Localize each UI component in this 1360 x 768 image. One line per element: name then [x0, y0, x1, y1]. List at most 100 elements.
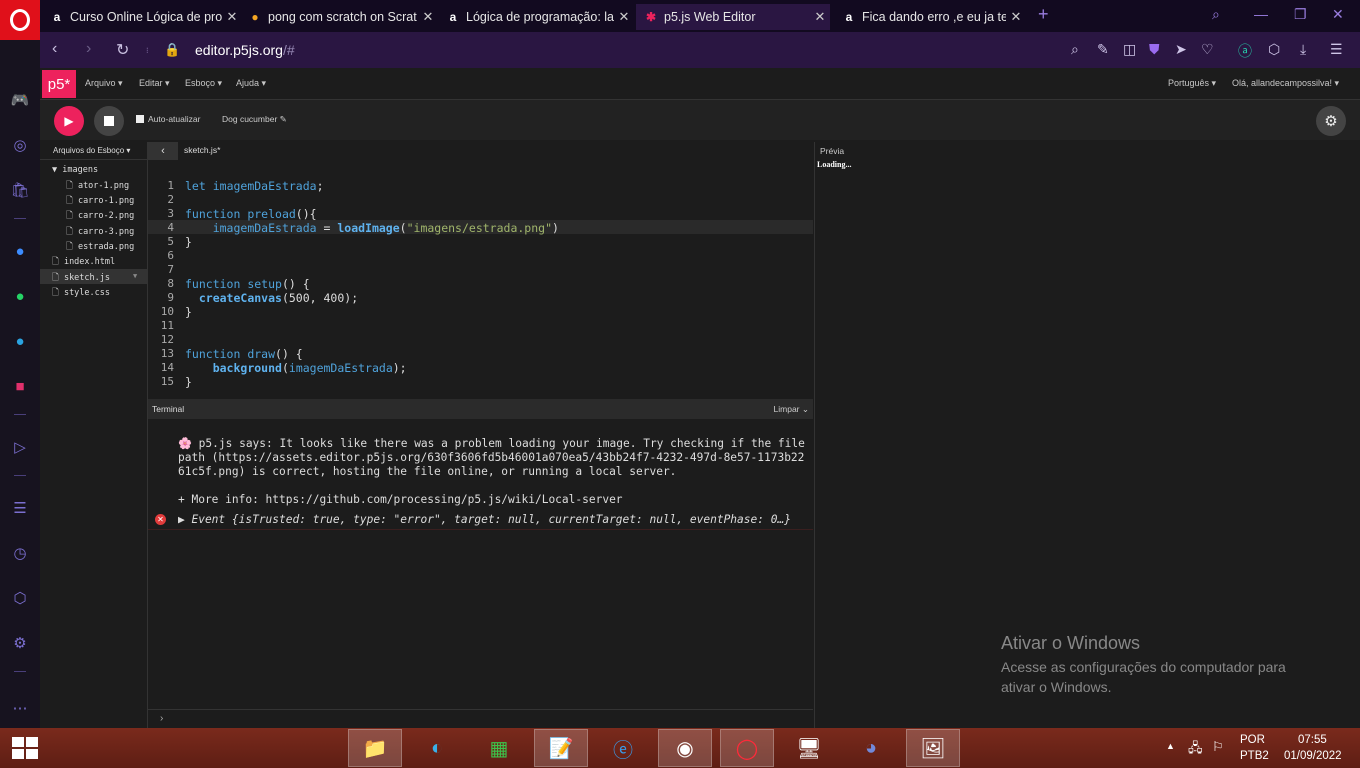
- player-icon[interactable]: ▷: [9, 436, 31, 458]
- heart-icon[interactable]: ♡: [1201, 41, 1214, 58]
- browser-tab[interactable]: a Fica dando erro ,e eu ja ten ✕: [834, 4, 1026, 30]
- tray-arrow-icon[interactable]: ▲: [1166, 741, 1175, 751]
- file-item[interactable]: 🗋 carro-3.png: [66, 226, 134, 240]
- shop-icon[interactable]: 🛍: [9, 179, 31, 201]
- menu-editar[interactable]: Editar ▾: [139, 78, 170, 89]
- whatsapp-icon[interactable]: ●: [9, 285, 31, 307]
- flag-icon[interactable]: ⚐: [1212, 739, 1224, 755]
- terminal-console[interactable]: 🌸 p5.js says: It looks like there was a …: [148, 419, 813, 709]
- new-tab-icon[interactable]: +: [1038, 4, 1049, 25]
- browser-tab[interactable]: ● pong com scratch on Scrat ✕: [240, 4, 438, 30]
- browser-tab-active[interactable]: ✱ p5.js Web Editor ✕: [636, 4, 830, 30]
- code-editor[interactable]: 1 2 3 4 5 6 7 8 9 10 11 12 13 14 15 let imagemDaEstrad…: [148, 160, 813, 398]
- play-button[interactable]: ▶: [54, 106, 84, 136]
- dots-icon[interactable]: ⁝: [146, 46, 149, 55]
- edit-icon[interactable]: ✎: [1097, 41, 1109, 58]
- auto-refresh-checkbox[interactable]: [136, 115, 144, 123]
- collapse-sidebar-button[interactable]: ‹: [148, 142, 178, 160]
- file-item[interactable]: 🗋 carro-2.png: [66, 210, 134, 224]
- download-icon[interactable]: ⤓: [1300, 41, 1306, 58]
- photos-icon[interactable]: 🖼: [906, 729, 960, 767]
- code-line: }: [185, 305, 192, 319]
- tab-title: Fica dando erro ,e eu ja ten: [862, 10, 1006, 24]
- internet-explorer-icon[interactable]: ⓔ: [596, 729, 650, 767]
- alura-extension-icon[interactable]: ⓐ: [1238, 41, 1252, 61]
- discord-icon[interactable]: ◕: [844, 729, 898, 767]
- file-item[interactable]: 🗋 estrada.png: [66, 241, 134, 255]
- language-menu[interactable]: Português ▾: [1168, 78, 1216, 89]
- line-number: 9: [167, 291, 174, 304]
- close-icon[interactable]: ✕: [418, 9, 438, 25]
- clock-date[interactable]: 01/09/2022: [1284, 750, 1342, 762]
- menu-esboco[interactable]: Esboço ▾: [185, 78, 222, 89]
- more-icon[interactable]: ⋯: [9, 697, 31, 719]
- menu-ajuda[interactable]: Ajuda ▾: [236, 78, 266, 89]
- messenger-icon[interactable]: ●: [9, 240, 31, 262]
- alura-icon: a: [53, 10, 61, 24]
- zoom-icon[interactable]: ⌕: [1071, 41, 1079, 58]
- clock-icon[interactable]: ◷: [9, 542, 31, 564]
- opera-logo-icon[interactable]: [0, 0, 40, 40]
- close-icon[interactable]: ✕: [1006, 9, 1026, 25]
- clear-terminal-button[interactable]: Limpar ⌄: [774, 404, 809, 415]
- input-language[interactable]: POR: [1240, 734, 1265, 746]
- telegram-icon[interactable]: ●: [9, 330, 31, 352]
- vpn-icon[interactable]: ⛊: [1149, 41, 1160, 58]
- reload-icon[interactable]: ↻: [116, 40, 129, 60]
- terminal-input[interactable]: ›: [148, 709, 813, 728]
- extensions-cube-icon[interactable]: ⬡: [1268, 41, 1280, 58]
- file-item[interactable]: 🗋 ator-1.png: [66, 180, 129, 194]
- p5-logo[interactable]: p5*: [42, 70, 76, 98]
- search-tabs-icon[interactable]: ⌕: [1212, 6, 1220, 23]
- menu-icon[interactable]: ☰: [1330, 41, 1343, 58]
- windows-start-icon[interactable]: [12, 737, 38, 759]
- browser-tab[interactable]: a Curso Online Lógica de pro ✕: [42, 4, 242, 30]
- user-menu[interactable]: Olá, allandecampossilva! ▾: [1232, 78, 1339, 89]
- tab-title: pong com scratch on Scrat: [268, 10, 417, 24]
- close-window-icon[interactable]: ✕: [1332, 6, 1344, 23]
- file-options-icon[interactable]: ▼: [133, 272, 137, 280]
- settings-gear-icon[interactable]: ⚙: [1316, 106, 1346, 136]
- error-icon: ✕: [155, 514, 166, 525]
- speed-dial-icon[interactable]: ◎: [9, 134, 31, 156]
- folder-imagens[interactable]: ▼ imagens: [52, 165, 98, 175]
- editor-file-tab[interactable]: sketch.js*: [184, 145, 220, 155]
- code-line: imagemDaEstrada = loadImage("imagens/est…: [212, 221, 559, 235]
- gamepad-icon[interactable]: 🎮: [9, 89, 31, 111]
- opera-taskbar-icon[interactable]: ◯: [720, 729, 774, 767]
- close-icon[interactable]: ✕: [614, 9, 634, 25]
- line-number: 13: [160, 347, 174, 360]
- close-icon[interactable]: ✕: [810, 9, 830, 25]
- file-item[interactable]: 🗋 index.html: [52, 256, 115, 270]
- file-item[interactable]: 🗋 carro-1.png: [66, 195, 134, 209]
- chrome-icon[interactable]: ◉: [658, 729, 712, 767]
- history-list-icon[interactable]: ☰: [9, 497, 31, 519]
- file-item-selected[interactable]: 🗋 sketch.js: [52, 272, 110, 286]
- forward-icon[interactable]: ›: [86, 40, 91, 58]
- notepad-icon[interactable]: 📝: [534, 729, 588, 767]
- keyboard-layout[interactable]: PTB2: [1240, 750, 1269, 762]
- console-error-row[interactable]: ✕ ▶ Event {isTrusted: true, type: "error…: [148, 510, 813, 530]
- clock-time[interactable]: 07:55: [1298, 734, 1327, 746]
- file-item[interactable]: 🗋 style.css: [52, 287, 110, 301]
- close-icon[interactable]: ✕: [222, 9, 242, 25]
- menu-arquivo[interactable]: Arquivo ▾: [85, 78, 123, 89]
- browser-tab[interactable]: a Lógica de programação: laç ✕: [438, 4, 634, 30]
- cube-icon[interactable]: ⬡: [9, 587, 31, 609]
- sketch-name[interactable]: Dog cucumber ✎: [222, 114, 287, 125]
- file-explorer-icon[interactable]: 📁: [348, 729, 402, 767]
- computer-icon[interactable]: 🖥: [782, 729, 836, 767]
- store-icon[interactable]: ▦: [472, 729, 526, 767]
- url-field[interactable]: editor.p5js.org/#: [195, 42, 295, 58]
- send-icon[interactable]: ➤: [1175, 41, 1187, 58]
- files-header[interactable]: Arquivos do Esboço ▾: [40, 142, 148, 160]
- camera-icon[interactable]: ◫: [1123, 41, 1136, 58]
- edge-icon[interactable]: ◐: [410, 729, 464, 767]
- network-icon[interactable]: 🖧: [1188, 739, 1203, 761]
- minimize-icon[interactable]: —: [1254, 6, 1268, 22]
- restore-icon[interactable]: ❐: [1294, 6, 1307, 23]
- back-icon[interactable]: ‹: [52, 40, 57, 58]
- settings-icon[interactable]: ⚙: [9, 632, 31, 654]
- instagram-icon[interactable]: ■: [9, 375, 31, 397]
- stop-button[interactable]: [94, 106, 124, 136]
